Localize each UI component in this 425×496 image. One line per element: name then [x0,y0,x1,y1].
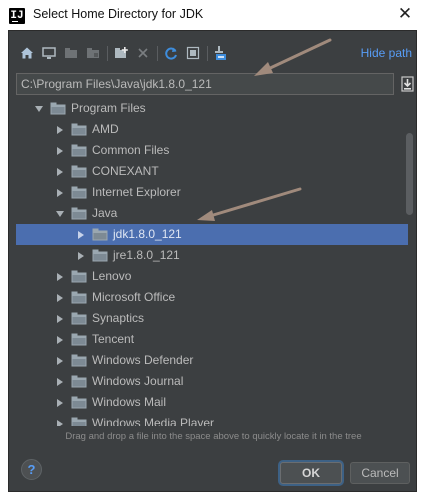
collapsed-arrow-icon[interactable] [55,334,65,344]
tree-row-label: Synaptics [92,311,145,325]
tree-row-label: jdk1.8.0_121 [113,227,182,241]
folder-icon [71,186,87,199]
folder-icon [92,228,108,241]
folder-icon [71,396,87,409]
tree-row[interactable]: Internet Explorer [16,182,408,203]
collapsed-arrow-icon[interactable] [55,292,65,302]
close-icon[interactable]: ✕ [395,4,415,24]
dialog-body: Hide path C:\Program Files\Java\jdk1.8.0… [8,30,417,492]
project-icon[interactable] [63,45,79,61]
ok-button[interactable]: OK [280,462,342,484]
folder-icon [71,312,87,325]
collapsed-arrow-icon[interactable] [55,124,65,134]
tree-row-label: Windows Defender [92,353,194,367]
tree-row[interactable]: Tencent [16,329,408,350]
collapsed-arrow-icon[interactable] [76,229,86,239]
tree-row-label: Microsoft Office [92,290,176,304]
collapsed-arrow-icon[interactable] [55,187,65,197]
tree-row[interactable]: Common Files [16,140,408,161]
help-button[interactable]: ? [21,459,42,480]
tree-row-label: Windows Mail [92,395,167,409]
tree-row-label: Common Files [92,143,170,157]
tree-row[interactable]: Windows Journal [16,371,408,392]
cancel-button[interactable]: Cancel [350,462,410,484]
new-folder-icon[interactable] [113,45,129,61]
tree-row[interactable]: Microsoft Office [16,287,408,308]
tree-row-label: Tencent [92,332,135,346]
file-tree[interactable]: Program Files AMD Common Files CONEXANT Inte… [16,97,416,426]
tree-row[interactable]: jdk1.8.0_121 [16,224,408,245]
expanded-arrow-icon[interactable] [55,208,65,218]
tree-row[interactable]: Windows Mail [16,392,408,413]
tree-scrollbar[interactable] [406,133,413,215]
toolbar-separator [207,46,208,61]
expanded-arrow-icon[interactable] [34,103,44,113]
folder-icon [71,165,87,178]
folder-icon [71,123,87,136]
collapsed-arrow-icon[interactable] [55,166,65,176]
folder-icon [71,333,87,346]
tree-row-label: Internet Explorer [92,185,181,199]
refresh-icon[interactable] [163,45,179,61]
collapsed-arrow-icon[interactable] [55,376,65,386]
folder-icon [71,354,87,367]
collapsed-arrow-icon[interactable] [55,313,65,323]
intellij-app-icon: IJ [9,8,25,24]
tree-row-label: CONEXANT [92,164,159,178]
tree-row[interactable]: Synaptics [16,308,408,329]
folder-icon [71,207,87,220]
tree-row[interactable]: Java [16,203,408,224]
toolbar-separator [157,46,158,61]
folder-icon [71,375,87,388]
tree-row-label: jre1.8.0_121 [113,248,180,262]
tree-row[interactable]: jre1.8.0_121 [16,245,408,266]
toolbar [19,45,279,63]
tree-row[interactable]: Program Files [16,98,408,119]
folder-icon [92,249,108,262]
delete-icon[interactable] [135,45,151,61]
hide-path-link[interactable]: Hide path [361,46,412,60]
folder-icon [71,270,87,283]
drag-drop-hint: Drag and drop a file into the space abov… [65,431,362,442]
collapsed-arrow-icon[interactable] [55,355,65,365]
tree-row-label: Windows Journal [92,374,184,388]
tree-row[interactable]: Windows Defender [16,350,408,371]
collapsed-arrow-icon[interactable] [76,250,86,260]
tree-row[interactable]: CONEXANT [16,161,408,182]
module-icon[interactable] [85,45,101,61]
desktop-icon[interactable] [41,45,57,61]
tree-row-label: Windows Media Player [92,416,215,426]
show-hidden-icon[interactable] [185,45,201,61]
tree-row-label: AMD [92,122,119,136]
collapsed-arrow-icon[interactable] [55,271,65,281]
toolbar-separator [107,46,108,61]
tree-row-label: Program Files [71,101,146,115]
folder-icon [71,144,87,157]
tree-row-label: Java [92,206,118,220]
tree-row[interactable]: Lenovo [16,266,408,287]
tree-row-label: Lenovo [92,269,132,283]
home-icon[interactable] [19,45,35,61]
folder-icon [50,102,66,115]
collapse-all-icon[interactable] [213,45,229,61]
collapsed-arrow-icon[interactable] [55,145,65,155]
tree-row[interactable]: Windows Media Player [16,413,408,426]
title-bar: IJ Select Home Directory for JDK ✕ [0,0,425,30]
collapsed-arrow-icon[interactable] [55,397,65,407]
tree-row[interactable]: AMD [16,119,408,140]
path-input[interactable]: C:\Program Files\Java\jdk1.8.0_121 [16,73,394,95]
folder-icon [71,417,87,426]
window-title: Select Home Directory for JDK [33,7,204,21]
save-path-icon[interactable] [400,75,414,93]
folder-icon [71,291,87,304]
collapsed-arrow-icon[interactable] [55,418,65,426]
